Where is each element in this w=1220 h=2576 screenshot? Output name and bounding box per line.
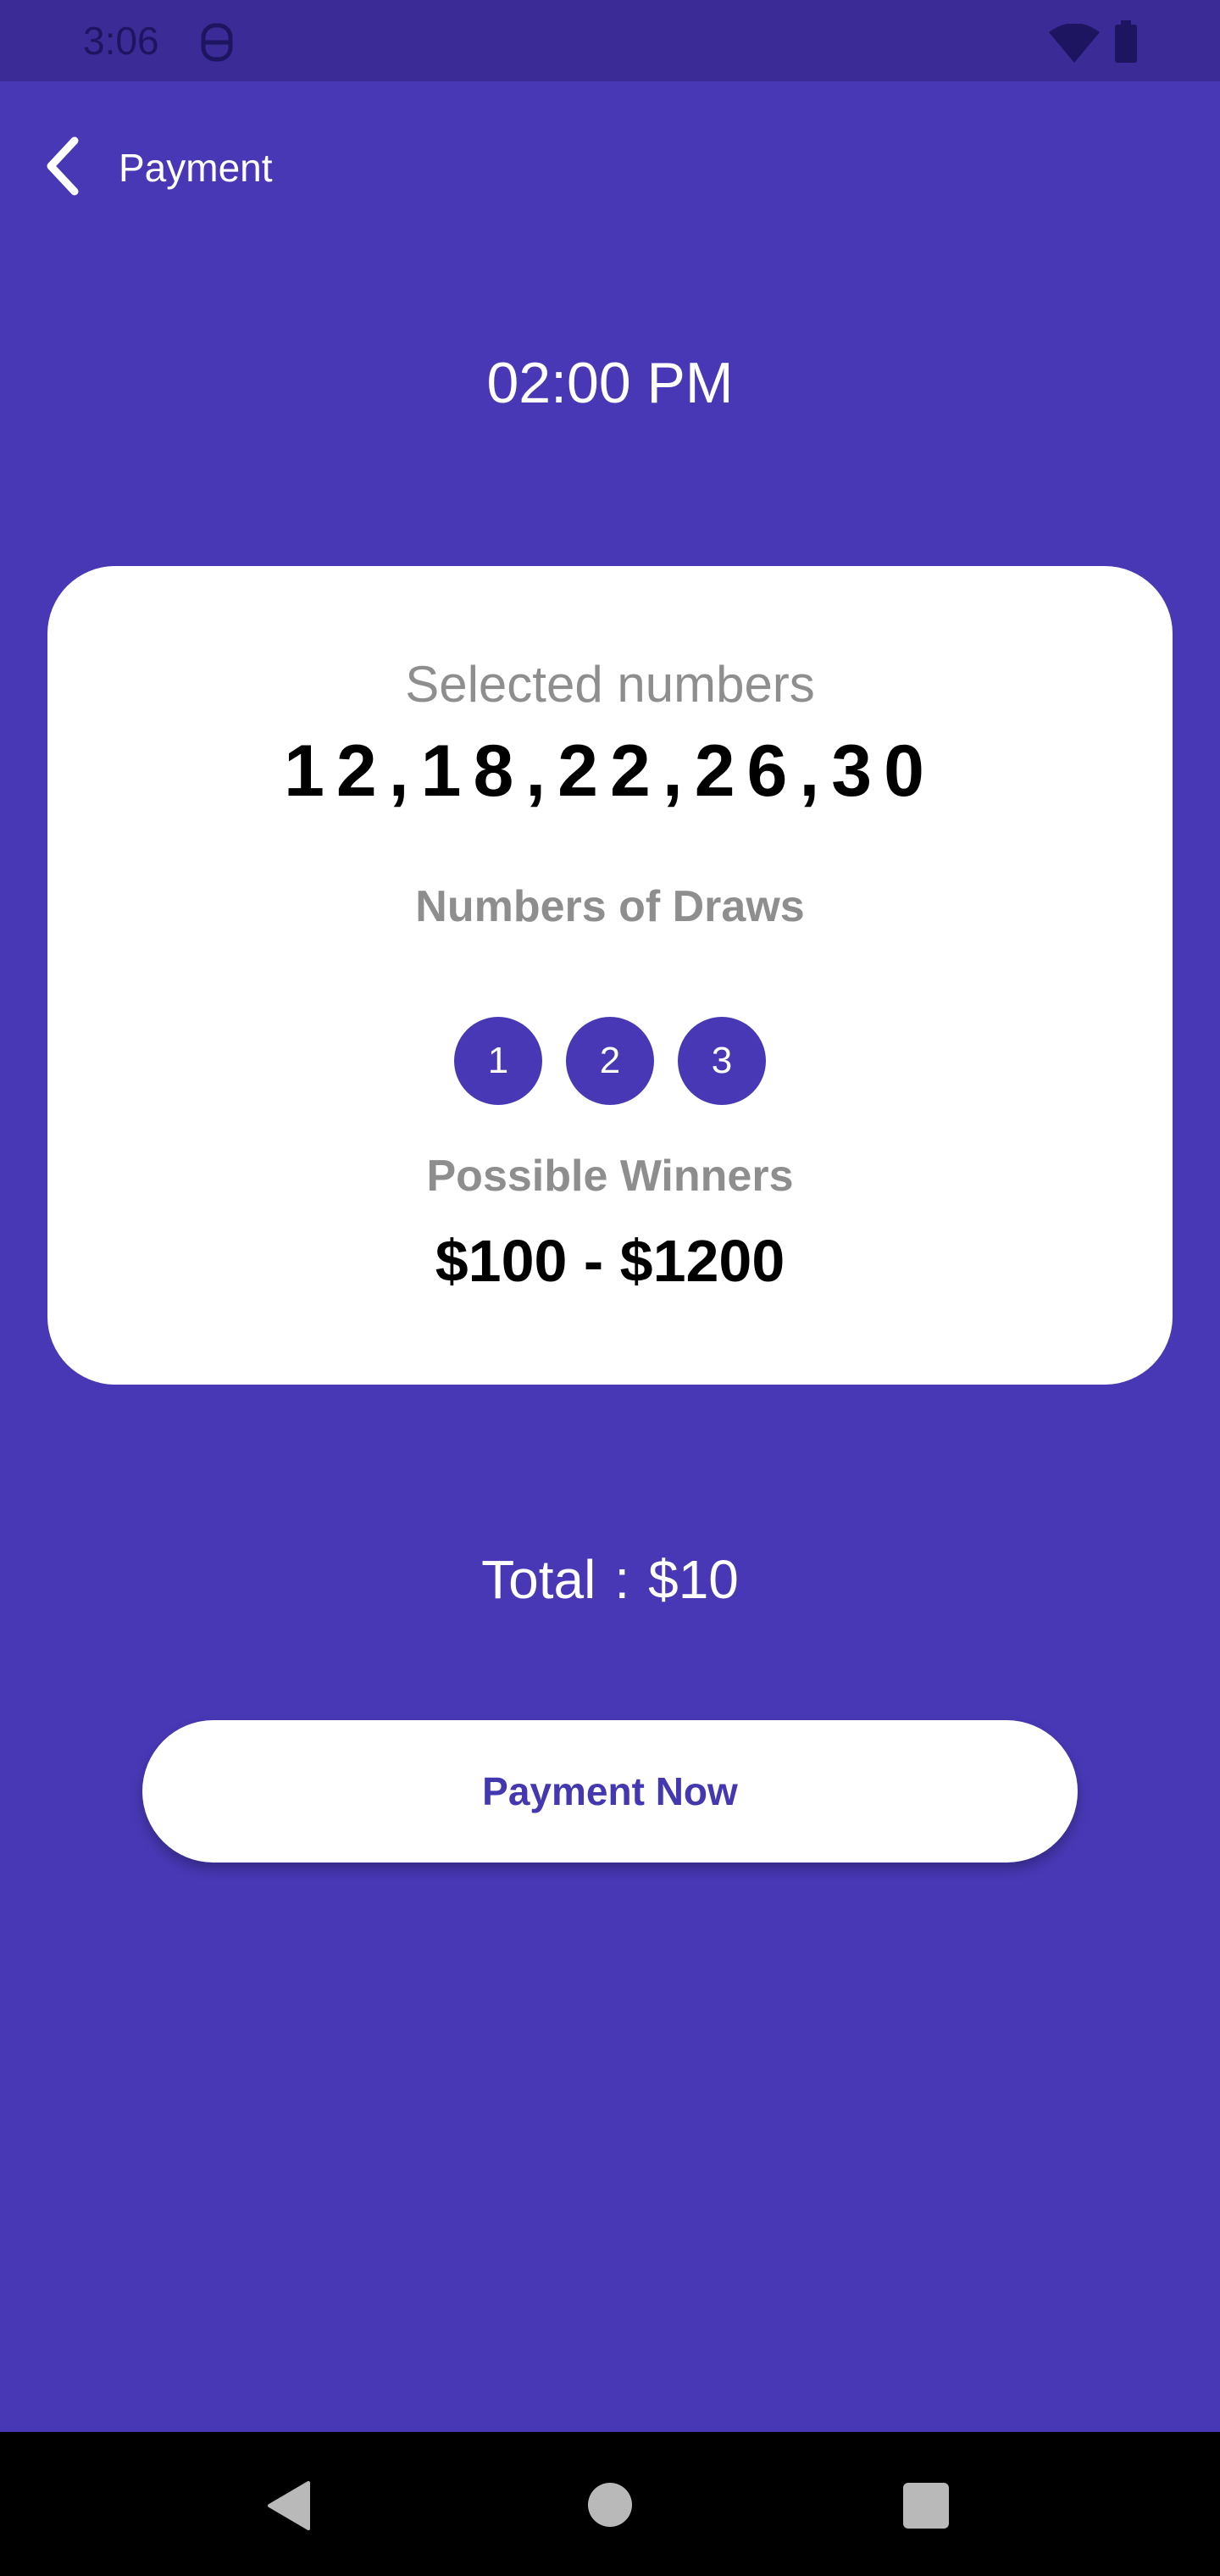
total-amount: Total: $10 bbox=[0, 1546, 1220, 1613]
payment-now-button[interactable]: Payment Now bbox=[142, 1720, 1078, 1863]
back-triangle-icon[interactable] bbox=[266, 2481, 312, 2530]
chevron-left-icon bbox=[47, 136, 79, 196]
home-circle-icon[interactable] bbox=[588, 2483, 632, 2527]
back-button[interactable] bbox=[37, 130, 88, 202]
wifi-icon bbox=[1049, 24, 1100, 63]
draw-option-3[interactable]: 3 bbox=[678, 1017, 766, 1105]
status-time: 3:06 bbox=[83, 19, 159, 63]
draw-option-2[interactable]: 2 bbox=[566, 1017, 654, 1105]
possible-winners-label: Possible Winners bbox=[426, 1152, 794, 1201]
draws-label: Numbers of Draws bbox=[415, 882, 805, 931]
total-value: $10 bbox=[648, 1549, 739, 1610]
possible-winners-range: $100 - $1200 bbox=[435, 1228, 785, 1294]
draw-options: 1 2 3 bbox=[47, 1017, 1173, 1105]
status-bar: 3:06 bbox=[0, 0, 1220, 81]
draw-time: 02:00 PM bbox=[486, 351, 734, 415]
app-notification-icon bbox=[201, 23, 233, 62]
selected-numbers: 12,18,22,26,30 bbox=[284, 730, 936, 812]
total-label: Total bbox=[481, 1549, 596, 1610]
ticket-summary-card: Selected numbers 12,18,22,26,30 Numbers … bbox=[47, 566, 1173, 1385]
selected-numbers-label: Selected numbers bbox=[405, 656, 815, 713]
draw-option-1[interactable]: 1 bbox=[454, 1017, 542, 1105]
system-nav-bar bbox=[0, 2432, 1220, 2576]
total-separator: : bbox=[614, 1549, 630, 1610]
recents-square-icon[interactable] bbox=[903, 2483, 949, 2529]
battery-icon bbox=[1115, 20, 1137, 63]
page-title: Payment bbox=[119, 146, 273, 190]
